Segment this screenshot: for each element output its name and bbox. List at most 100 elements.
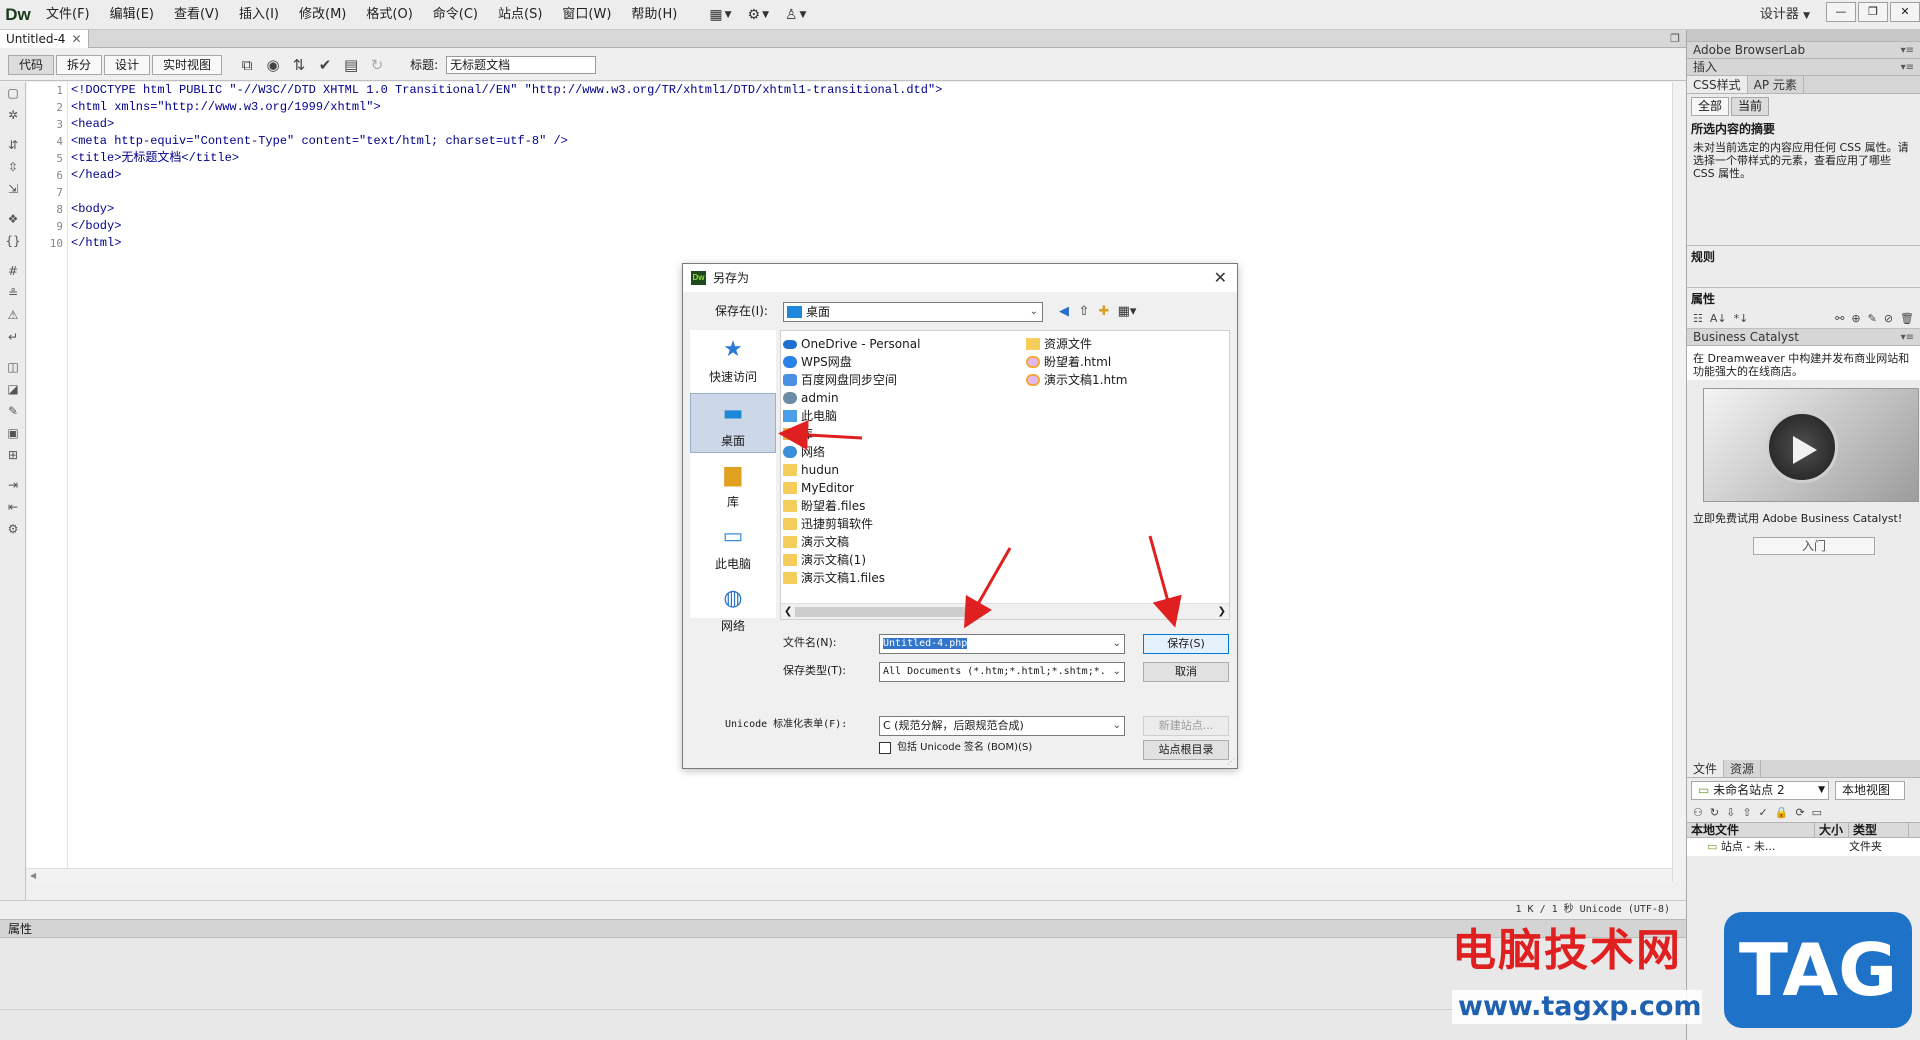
insert-panel-title[interactable]: 插入 ▾≡ [1687, 59, 1920, 76]
tab-files[interactable]: 文件 [1687, 760, 1725, 777]
filename-input[interactable]: Untitled-4.php ⌄ [879, 634, 1125, 654]
file-list-scrollbar[interactable]: ❮ ❯ [781, 603, 1229, 619]
css-current-button[interactable]: 当前 [1731, 96, 1770, 116]
back-icon[interactable]: ◀ [1055, 303, 1073, 321]
chevron-down-icon[interactable]: ⌄ [1113, 663, 1121, 681]
get-files-icon[interactable]: ⇩ [1726, 806, 1735, 819]
put-files-icon[interactable]: ⇧ [1742, 806, 1751, 819]
menu-site[interactable]: 站点(S) [488, 0, 552, 30]
document-tab[interactable]: Untitled-4 ✕ [0, 30, 89, 48]
tab-assets[interactable]: 资源 [1724, 760, 1762, 777]
line-numbers-icon[interactable]: # [0, 260, 26, 282]
list-item[interactable]: 百度网盘同步空间 [781, 371, 897, 389]
column-size[interactable]: 大小 [1815, 823, 1849, 837]
list-item[interactable]: WPS网盘 [781, 353, 852, 371]
apply-comment-icon[interactable]: ◫ [0, 356, 26, 378]
vertical-scrollbar[interactable] [1672, 82, 1686, 882]
site-root-button[interactable]: 站点根目录 [1143, 740, 1229, 760]
list-item[interactable]: 盼望着.html [1024, 353, 1111, 371]
cancel-button[interactable]: 取消 [1143, 662, 1229, 682]
site-select[interactable]: ▭ 未命名站点 2 ▼ [1691, 780, 1829, 800]
column-local-files[interactable]: 本地文件 [1687, 823, 1815, 837]
properties-panel-title[interactable]: 属性 [0, 920, 1686, 938]
view-select[interactable]: 本地视图 [1835, 780, 1905, 800]
panel-menu-icon[interactable]: ▾≡ [1901, 42, 1914, 59]
restore-button[interactable]: ❐ [1858, 2, 1888, 22]
disable-rule-icon[interactable]: ⊘ [1884, 312, 1893, 325]
multiscreen-icon[interactable]: ⧉ [234, 53, 260, 77]
list-item[interactable]: admin [781, 389, 839, 407]
new-folder-icon[interactable]: ✚ [1095, 303, 1113, 321]
restore-icon[interactable]: ❐ [1670, 32, 1680, 45]
select-parent-tag-icon[interactable]: ❖ [0, 208, 26, 230]
collapse-selection-icon[interactable]: ⇳ [0, 156, 26, 178]
alpha-view-icon[interactable]: A↓ [1710, 312, 1727, 325]
recent-snippets-icon[interactable]: ▣ [0, 422, 26, 444]
list-item[interactable]: 此电脑 [781, 407, 837, 425]
edit-rule-icon[interactable]: ✎ [1868, 312, 1877, 325]
up-folder-icon[interactable]: ⇧ [1075, 303, 1093, 321]
menu-commands[interactable]: 命令(C) [423, 0, 488, 30]
category-view-icon[interactable]: ☷ [1693, 312, 1703, 325]
menu-help[interactable]: 帮助(H) [621, 0, 687, 30]
list-item[interactable]: 盼望着.files [781, 497, 865, 515]
chevron-down-icon[interactable]: ⌄ [1113, 635, 1121, 653]
refresh-icon[interactable]: ↻ [364, 53, 390, 77]
remove-comment-icon[interactable]: ◪ [0, 378, 26, 400]
menu-insert[interactable]: 插入(I) [229, 0, 289, 30]
dialog-titlebar[interactable]: Dw 另存为 ✕ [683, 264, 1237, 292]
chevron-down-icon[interactable]: ⌄ [1113, 717, 1121, 735]
menu-modify[interactable]: 修改(M) [289, 0, 356, 30]
check-in-icon[interactable]: 🔒 [1775, 806, 1789, 819]
menu-window[interactable]: 窗口(W) [552, 0, 621, 30]
list-item[interactable]: 迅捷剪辑软件 [781, 515, 873, 533]
live-view-button[interactable]: 实时视图 [152, 54, 223, 75]
syntax-error-icon[interactable]: ⚠ [0, 304, 26, 326]
close-icon[interactable]: ✕ [1214, 268, 1227, 287]
code-view-button[interactable]: 代码 [8, 54, 55, 75]
outdent-icon[interactable]: ⇤ [0, 496, 26, 518]
view-menu-icon[interactable]: ▦▾ [1115, 303, 1139, 321]
synchronize-icon[interactable]: ⟳ [1795, 806, 1804, 819]
table-row[interactable]: ▭ 站点 - 未... 文件夹 [1687, 838, 1920, 856]
wrap-tag-icon[interactable]: ✎ [0, 400, 26, 422]
layout-menu-button[interactable]: ▦ ▼ [701, 0, 739, 30]
attach-style-icon[interactable]: ⚯ [1835, 312, 1844, 325]
list-item[interactable]: 资源文件 [1024, 335, 1092, 353]
close-icon[interactable]: ✕ [71, 32, 81, 46]
menu-format[interactable]: 格式(O) [356, 0, 422, 30]
place-network[interactable]: ◍ 网络 [690, 579, 776, 639]
file-management-icon[interactable]: ⇅ [286, 53, 312, 77]
expand-all-icon[interactable]: ⇲ [0, 178, 26, 200]
list-item[interactable]: 演示文稿1.files [781, 569, 885, 587]
indent-icon[interactable]: ⇥ [0, 474, 26, 496]
save-button[interactable]: 保存(S) [1143, 634, 1229, 654]
refresh-icon[interactable]: ↻ [1710, 806, 1719, 819]
css-all-button[interactable]: 全部 [1691, 96, 1730, 116]
list-item[interactable]: OneDrive - Personal [781, 335, 920, 353]
scroll-left-icon[interactable]: ❮ [784, 604, 792, 620]
save-in-select[interactable]: 桌面 ⌄ [783, 302, 1043, 322]
place-this-pc[interactable]: ▭ 此电脑 [690, 517, 776, 577]
new-rule-icon[interactable]: ⊕ [1851, 312, 1860, 325]
place-quick-access[interactable]: ★ 快速访问 [690, 330, 776, 390]
browserlab-panel-title[interactable]: Adobe BrowserLab ▾≡ [1687, 42, 1920, 59]
format-source-icon[interactable]: ⚙ [0, 518, 26, 540]
design-view-button[interactable]: 设计 [104, 54, 151, 75]
site-menu-button[interactable]: ♙ ▼ [777, 0, 814, 30]
check-page-icon[interactable]: ✔ [312, 53, 338, 77]
preview-browser-icon[interactable]: ◉ [260, 53, 286, 77]
list-item[interactable]: 网络 [781, 443, 825, 461]
scroll-thumb[interactable] [795, 607, 965, 617]
list-item[interactable]: 演示文稿(1) [781, 551, 866, 569]
scroll-right-icon[interactable]: ❯ [1218, 604, 1226, 620]
word-wrap-icon[interactable]: ↵ [0, 326, 26, 348]
set-properties-icon[interactable]: *↓ [1734, 312, 1749, 325]
check-out-icon[interactable]: ✓ [1759, 806, 1768, 819]
panel-menu-icon[interactable]: ▾≡ [1901, 59, 1914, 76]
show-code-navigator-icon[interactable]: ✲ [0, 104, 26, 126]
list-item[interactable]: 演示文稿1.htm [1024, 371, 1127, 389]
menu-view[interactable]: 查看(V) [164, 0, 229, 30]
connect-icon[interactable]: ⚇ [1693, 806, 1703, 819]
workspace-switcher[interactable]: 设计器 ▼ [1760, 0, 1810, 30]
